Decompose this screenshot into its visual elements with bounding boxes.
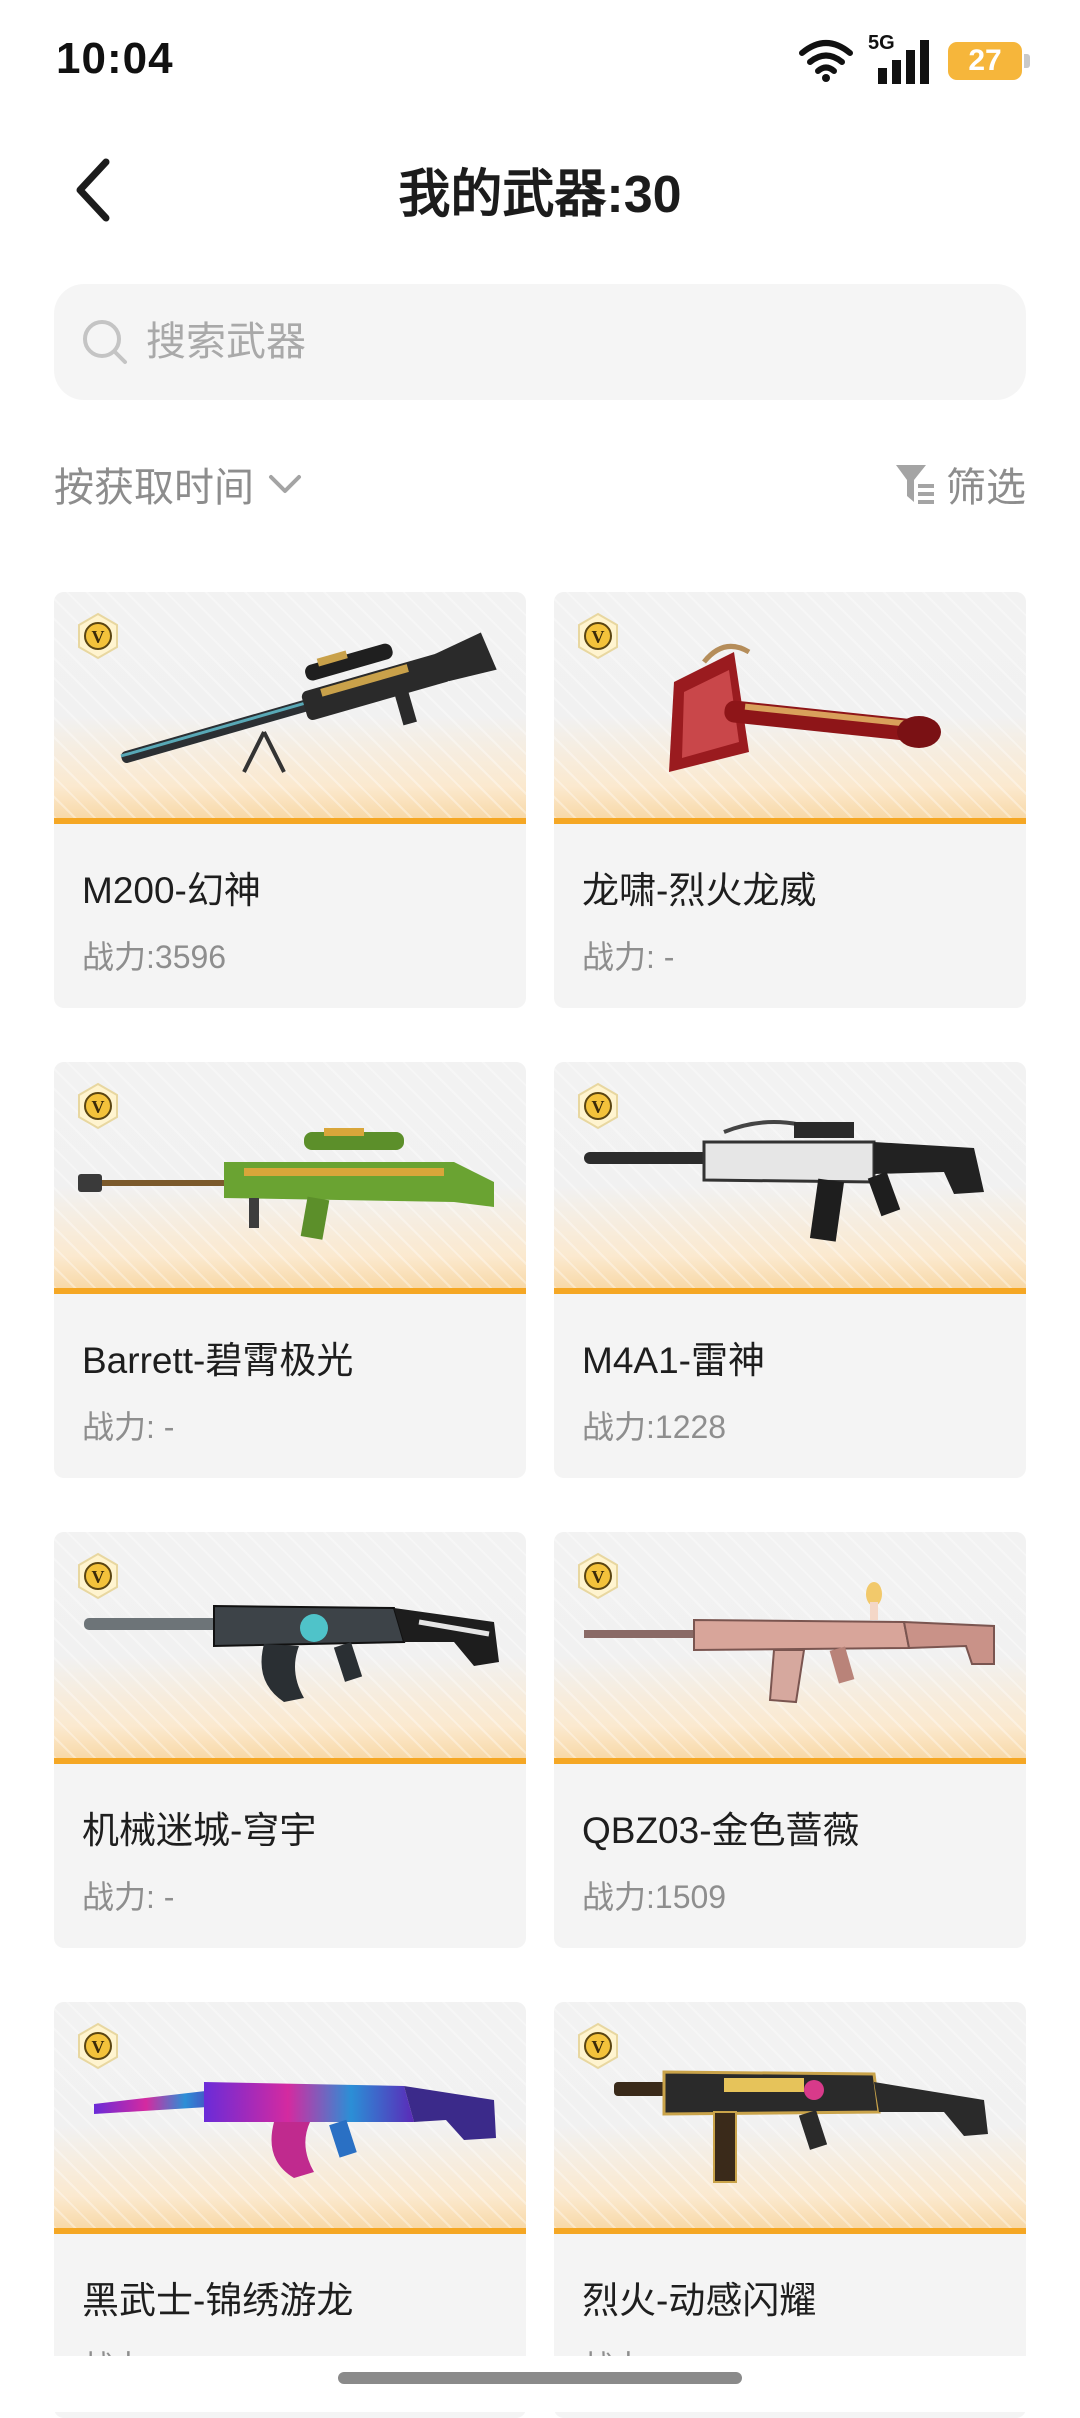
weapon-power: 战力: - (82, 1879, 175, 1915)
wifi-icon (799, 40, 853, 82)
sort-dropdown[interactable]: 按获取时间 (54, 452, 302, 516)
qbz03-rifle-image (584, 1582, 995, 1704)
mech-rifle-image (84, 1604, 499, 1702)
weapon-image-area: V (54, 1532, 526, 1764)
signal-icon: 5G (868, 32, 934, 86)
weapon-grid: V M200-幻神 战力:3596 V 龙啸-烈火龙威 战力: - V Barr… (54, 592, 1026, 2418)
axe-image (669, 643, 941, 772)
weapon-name: 机械迷城-穹宇 (82, 1810, 317, 1851)
m4a1-rifle-image (584, 1120, 984, 1242)
filter-icon (896, 465, 934, 504)
status-bar: 10:04 5G 27 (0, 0, 1080, 120)
weapon-image-area: V (54, 1062, 526, 1294)
battery-icon: 27 (948, 42, 1030, 80)
status-time: 10:04 (56, 34, 174, 83)
weapon-card[interactable]: V QBZ03-金色蔷薇 战力:1509 (554, 1532, 1026, 1948)
weapon-power: 战力: - (82, 1409, 175, 1445)
smg-image (614, 2070, 988, 2183)
weapon-power: 战力:1509 (582, 1879, 727, 1915)
weapon-image-area: V (554, 1062, 1026, 1294)
weapon-card[interactable]: V Barrett-碧霄极光 战力: - (54, 1062, 526, 1478)
filter-button[interactable]: 筛选 (894, 452, 1026, 516)
barrett-rifle-image (78, 1128, 494, 1240)
weapon-name: QBZ03-金色蔷薇 (582, 1810, 860, 1851)
weapon-name: Barrett-碧霄极光 (82, 1340, 354, 1381)
home-indicator[interactable] (338, 2372, 742, 2384)
weapon-card[interactable]: V 机械迷城-穹宇 战力: - (54, 1532, 526, 1948)
sort-label: 按获取时间 (54, 466, 254, 510)
weapon-power: 战力:3596 (82, 939, 227, 975)
neon-rifle-image (94, 2082, 496, 2178)
weapon-image-area: V (554, 2002, 1026, 2234)
weapon-card[interactable]: V M200-幻神 战力:3596 (54, 592, 526, 1008)
weapon-image-area: V (54, 2002, 526, 2234)
weapon-card[interactable]: V M4A1-雷神 战力:1228 (554, 1062, 1026, 1478)
chevron-down-icon (269, 475, 301, 493)
weapon-name: M4A1-雷神 (582, 1340, 765, 1381)
bottom-fade (0, 2356, 1080, 2412)
search-input[interactable] (144, 318, 948, 366)
weapon-image-area: V (554, 592, 1026, 824)
weapon-power: 战力: - (582, 939, 675, 975)
status-icons: 5G 27 (798, 32, 1030, 86)
search-bar[interactable] (54, 284, 1026, 400)
weapon-image-area: V (54, 592, 526, 824)
weapon-name: M200-幻神 (82, 870, 261, 911)
weapon-name: 黑武士-锦绣游龙 (82, 2280, 354, 2321)
filter-label: 筛选 (946, 466, 1026, 510)
page-title: 我的武器:30 (398, 166, 682, 224)
weapon-card[interactable]: V 龙啸-烈火龙威 战力: - (554, 592, 1026, 1008)
weapon-name: 龙啸-烈火龙威 (582, 870, 817, 911)
search-icon (83, 320, 127, 364)
weapon-image-area: V (554, 1532, 1026, 1764)
battery-level: 27 (968, 44, 1002, 77)
sniper-rifle-image (120, 632, 497, 773)
weapon-name: 烈火-动感闪耀 (582, 2280, 817, 2321)
weapon-power: 战力:1228 (582, 1409, 727, 1445)
